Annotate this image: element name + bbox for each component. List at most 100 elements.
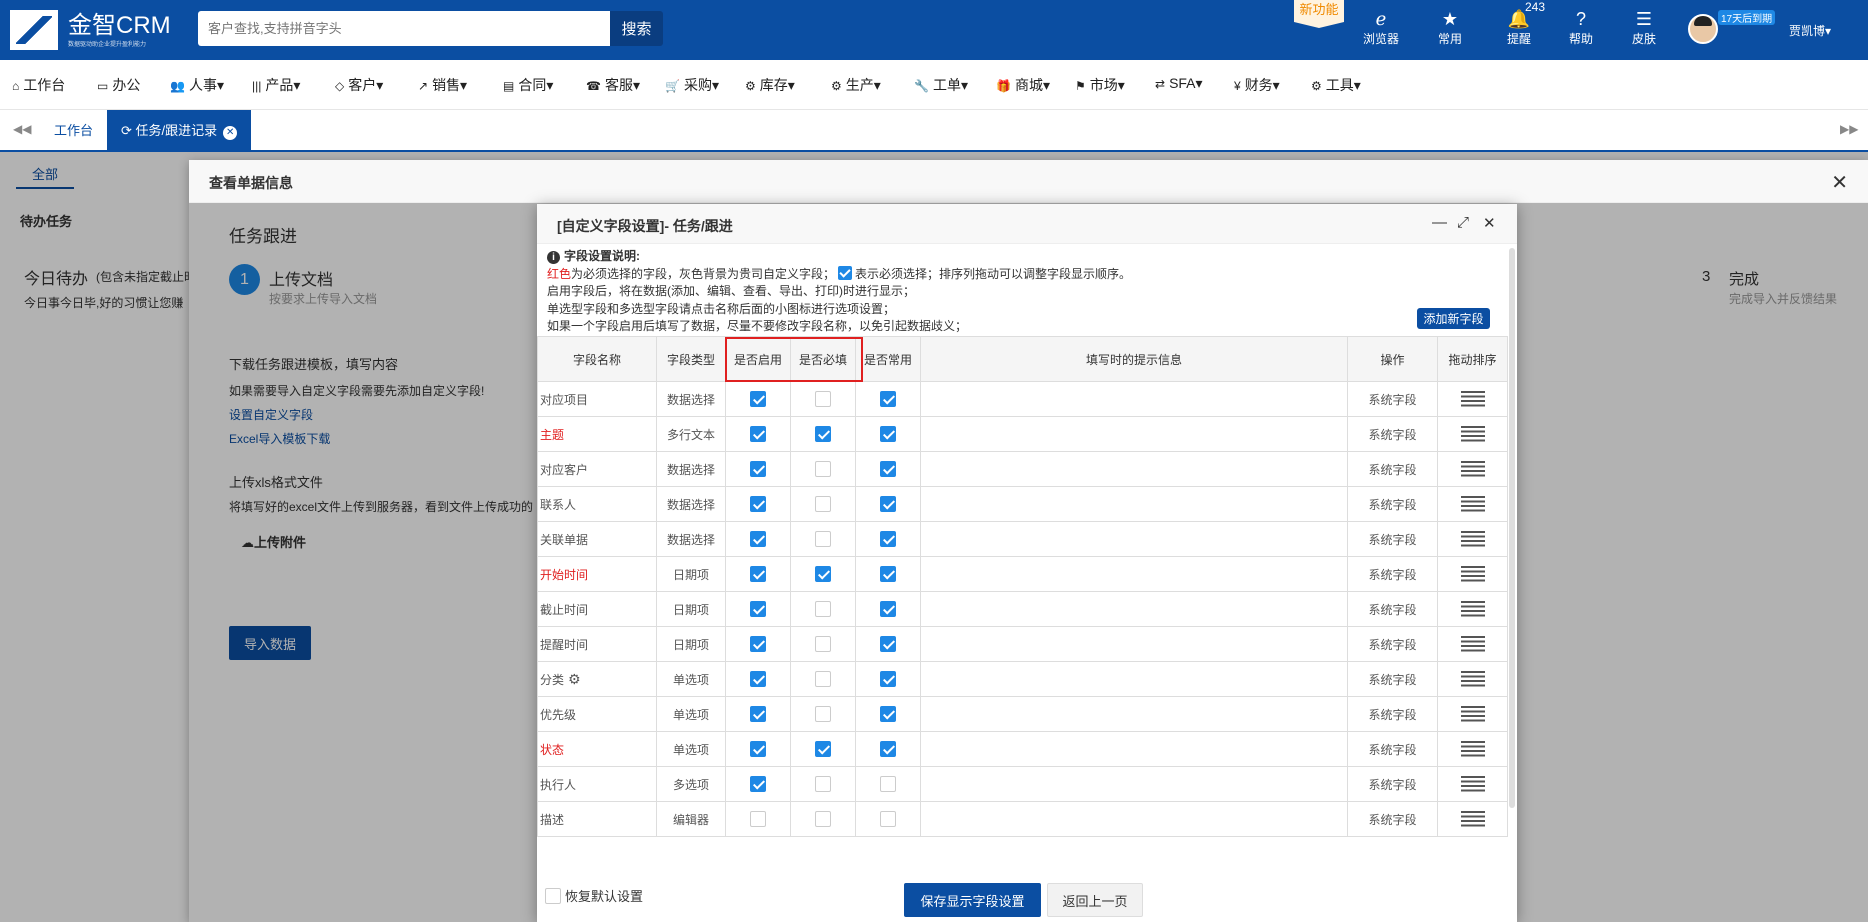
common-checkbox[interactable]	[880, 531, 896, 547]
drag-handle[interactable]	[1437, 766, 1508, 802]
enabled-checkbox[interactable]	[750, 391, 766, 407]
required-checkbox[interactable]	[815, 496, 831, 512]
drag-handle-icon[interactable]	[1460, 426, 1485, 442]
drag-handle-icon[interactable]	[1460, 636, 1485, 652]
minimize-icon[interactable]: —	[1432, 214, 1447, 231]
common-checkbox[interactable]	[880, 601, 896, 617]
common-checkbox[interactable]	[880, 391, 896, 407]
required-checkbox[interactable]	[815, 776, 831, 792]
menu-hr[interactable]: 👥 人事▾	[170, 75, 224, 95]
hint-cell[interactable]	[920, 521, 1348, 557]
enabled-checkbox[interactable]	[750, 776, 766, 792]
menu-contract[interactable]: ▤ 合同▾	[503, 75, 553, 95]
browser-button[interactable]: ℯ 浏览器	[1351, 8, 1411, 47]
enabled-checkbox[interactable]	[750, 461, 766, 477]
common-checkbox[interactable]	[880, 671, 896, 687]
enabled-checkbox[interactable]	[750, 671, 766, 687]
tab-close-icon[interactable]: ✕	[223, 126, 238, 140]
user-menu[interactable]: 贾凯博▾	[1789, 22, 1831, 39]
menu-market[interactable]: ⚑ 市场▾	[1075, 75, 1125, 95]
drag-handle[interactable]	[1437, 416, 1508, 452]
menu-tools[interactable]: ⚙ 工具▾	[1311, 75, 1361, 95]
menu-mall[interactable]: 🎁 商城▾	[996, 75, 1050, 95]
drag-handle-icon[interactable]	[1460, 461, 1485, 477]
enabled-checkbox[interactable]	[750, 636, 766, 652]
drag-handle-icon[interactable]	[1460, 671, 1485, 687]
drag-handle[interactable]	[1437, 451, 1508, 487]
common-checkbox[interactable]	[880, 811, 896, 827]
search-input[interactable]	[198, 11, 610, 46]
hint-cell[interactable]	[920, 486, 1348, 522]
hint-cell[interactable]	[920, 766, 1348, 802]
search-button[interactable]: 搜索	[610, 11, 663, 46]
close-icon[interactable]: ✕	[1831, 170, 1848, 195]
hint-cell[interactable]	[920, 556, 1348, 592]
hint-cell[interactable]	[920, 416, 1348, 452]
menu-purchase[interactable]: 🛒 采购▾	[665, 75, 719, 95]
drag-handle-icon[interactable]	[1460, 811, 1485, 827]
maximize-icon[interactable]: ⤢	[1457, 214, 1469, 231]
enabled-checkbox[interactable]	[750, 426, 766, 442]
drag-handle[interactable]	[1437, 801, 1508, 837]
tabs-scroll-left-icon[interactable]: ◀◀	[13, 122, 31, 136]
common-checkbox[interactable]	[880, 496, 896, 512]
tabs-scroll-right-icon[interactable]: ▶▶	[1840, 122, 1858, 136]
menu-customer[interactable]: ◇ 客户▾	[335, 75, 383, 95]
enabled-checkbox[interactable]	[750, 496, 766, 512]
restore-checkbox-box[interactable]	[545, 887, 561, 904]
enabled-checkbox[interactable]	[750, 566, 766, 582]
drag-handle[interactable]	[1437, 626, 1508, 662]
common-checkbox[interactable]	[880, 461, 896, 477]
drag-handle[interactable]	[1437, 486, 1508, 522]
drag-handle[interactable]	[1437, 521, 1508, 557]
required-checkbox[interactable]	[815, 811, 831, 827]
enabled-checkbox[interactable]	[750, 601, 766, 617]
drag-handle-icon[interactable]	[1460, 391, 1485, 407]
enabled-checkbox[interactable]	[750, 741, 766, 757]
tab-workbench[interactable]: 工作台	[40, 110, 109, 152]
close-icon[interactable]: ✕	[1483, 214, 1496, 232]
required-checkbox[interactable]	[815, 671, 831, 687]
menu-product[interactable]: ||| 产品▾	[252, 75, 300, 95]
drag-handle[interactable]	[1437, 556, 1508, 592]
menu-sales[interactable]: ↗ 销售▾	[418, 75, 467, 95]
drag-handle[interactable]	[1437, 381, 1508, 417]
enabled-checkbox[interactable]	[750, 531, 766, 547]
skin-button[interactable]: ☰ 皮肤	[1614, 8, 1674, 47]
required-checkbox[interactable]	[815, 531, 831, 547]
common-checkbox[interactable]	[880, 741, 896, 757]
hint-cell[interactable]	[920, 591, 1348, 627]
required-checkbox[interactable]	[815, 706, 831, 722]
logo[interactable]: 金智CRM 数据驱动助企业提升盈利能力	[10, 8, 185, 52]
add-field-button[interactable]: 添加新字段	[1417, 308, 1490, 329]
required-checkbox[interactable]	[815, 461, 831, 477]
help-button[interactable]: ? 帮助	[1551, 8, 1611, 47]
drag-handle-icon[interactable]	[1460, 706, 1485, 722]
menu-production[interactable]: ⚙ 生产▾	[831, 75, 881, 95]
drag-handle[interactable]	[1437, 661, 1508, 697]
restore-default-checkbox[interactable]: 恢复默认设置	[545, 886, 643, 905]
menu-inventory[interactable]: ⚙ 库存▾	[745, 75, 795, 95]
new-feature-badge[interactable]: 新功能	[1294, 0, 1344, 28]
required-checkbox[interactable]	[815, 566, 831, 582]
common-checkbox[interactable]	[880, 636, 896, 652]
enabled-checkbox[interactable]	[750, 811, 766, 827]
dialog-scrollbar[interactable]	[1509, 248, 1515, 808]
common-checkbox[interactable]	[880, 706, 896, 722]
drag-handle[interactable]	[1437, 731, 1508, 767]
menu-workbench[interactable]: ⌂ 工作台	[12, 75, 65, 95]
hint-cell[interactable]	[920, 661, 1348, 697]
required-checkbox[interactable]	[815, 601, 831, 617]
save-field-settings-button[interactable]: 保存显示字段设置	[904, 883, 1041, 917]
drag-handle-icon[interactable]	[1460, 601, 1485, 617]
required-checkbox[interactable]	[815, 741, 831, 757]
gear-icon[interactable]: ⚙	[568, 671, 581, 687]
drag-handle-icon[interactable]	[1460, 566, 1485, 582]
favorites-button[interactable]: ★ 常用	[1420, 8, 1480, 47]
menu-finance[interactable]: ¥ 财务▾	[1234, 75, 1280, 95]
common-checkbox[interactable]	[880, 426, 896, 442]
drag-handle-icon[interactable]	[1460, 531, 1485, 547]
hint-cell[interactable]	[920, 696, 1348, 732]
required-checkbox[interactable]	[815, 391, 831, 407]
common-checkbox[interactable]	[880, 566, 896, 582]
